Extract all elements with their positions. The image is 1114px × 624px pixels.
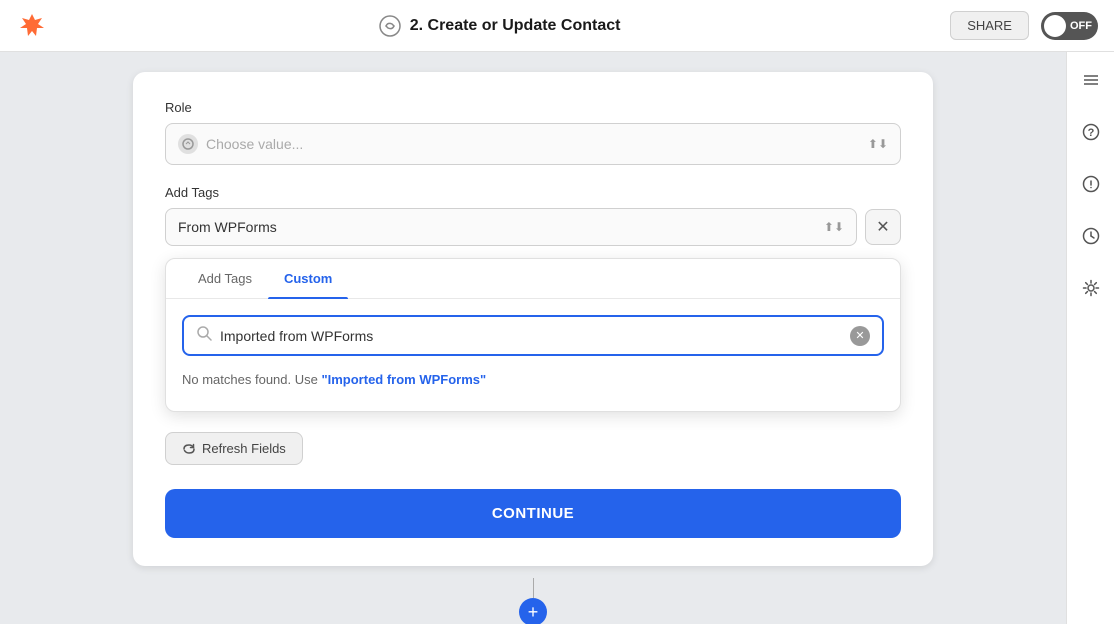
continue-button[interactable]: CONTINUE <box>165 489 901 538</box>
role-placeholder: Choose value... <box>206 136 868 152</box>
use-tag-link[interactable]: "Imported from WPForms" <box>321 372 486 387</box>
content-area: Role Choose value... ⬆⬇ Ad <box>0 52 1066 624</box>
tags-close-button[interactable]: ✕ <box>865 209 901 245</box>
add-node-button[interactable]: + <box>519 598 547 624</box>
main-layout: Role Choose value... ⬆⬇ Ad <box>0 52 1114 624</box>
sidebar-help-icon[interactable]: ? <box>1075 116 1107 148</box>
right-sidebar: ? <box>1066 52 1114 624</box>
tags-arrows-icon: ⬆⬇ <box>824 220 844 234</box>
no-matches-text: No matches found. Use "Imported from WPF… <box>182 368 884 395</box>
header: 2. Create or Update Contact SHARE OFF <box>0 0 1114 52</box>
step-sync-icon <box>378 14 402 38</box>
page-title: 2. Create or Update Contact <box>410 17 621 35</box>
header-right: SHARE OFF <box>950 11 1098 40</box>
refresh-fields-button[interactable]: Refresh Fields <box>165 432 303 465</box>
clear-input-icon[interactable]: ✕ <box>850 326 870 346</box>
role-icon <box>178 134 198 154</box>
no-matches-prefix: No matches found. Use <box>182 372 321 387</box>
role-select[interactable]: Choose value... ⬆⬇ <box>165 123 901 165</box>
dropdown-panel: Add Tags Custom <box>165 258 901 412</box>
main-card: Role Choose value... ⬆⬇ Ad <box>133 72 933 566</box>
sidebar-alert-icon[interactable] <box>1075 168 1107 200</box>
sidebar-settings-icon[interactable] <box>1075 272 1107 304</box>
role-section: Role Choose value... ⬆⬇ <box>165 100 901 165</box>
tags-select-value: From WPForms <box>178 219 824 235</box>
add-tags-label: Add Tags <box>165 185 901 200</box>
role-label: Role <box>165 100 901 115</box>
sidebar-menu-icon[interactable] <box>1075 64 1107 96</box>
tags-select[interactable]: From WPForms ⬆⬇ <box>165 208 857 246</box>
search-input-container: ✕ <box>182 315 884 356</box>
connector-line <box>533 578 534 598</box>
tab-add-tags[interactable]: Add Tags <box>182 259 268 298</box>
header-center: 2. Create or Update Contact <box>378 14 621 38</box>
dropdown-body: ✕ No matches found. Use "Imported from W… <box>166 299 900 411</box>
logo-icon <box>16 10 48 42</box>
tags-row: From WPForms ⬆⬇ ✕ <box>165 208 901 246</box>
dropdown-tabs: Add Tags Custom <box>166 259 900 299</box>
role-arrows-icon: ⬆⬇ <box>868 137 888 151</box>
refresh-fields-label: Refresh Fields <box>202 441 286 456</box>
toggle-circle <box>1044 15 1066 37</box>
search-icon <box>196 325 212 346</box>
svg-text:?: ? <box>1087 127 1094 139</box>
refresh-icon <box>182 442 196 456</box>
sidebar-clock-icon[interactable] <box>1075 220 1107 252</box>
toggle-label: OFF <box>1070 20 1092 32</box>
off-toggle[interactable]: OFF <box>1041 12 1098 40</box>
add-tags-section: Add Tags From WPForms ⬆⬇ ✕ Add Tags Cust… <box>165 185 901 412</box>
header-left <box>16 10 48 42</box>
tab-custom[interactable]: Custom <box>268 259 348 298</box>
search-input[interactable] <box>220 328 850 344</box>
share-button[interactable]: SHARE <box>950 11 1029 40</box>
bottom-connector: + <box>519 566 547 624</box>
